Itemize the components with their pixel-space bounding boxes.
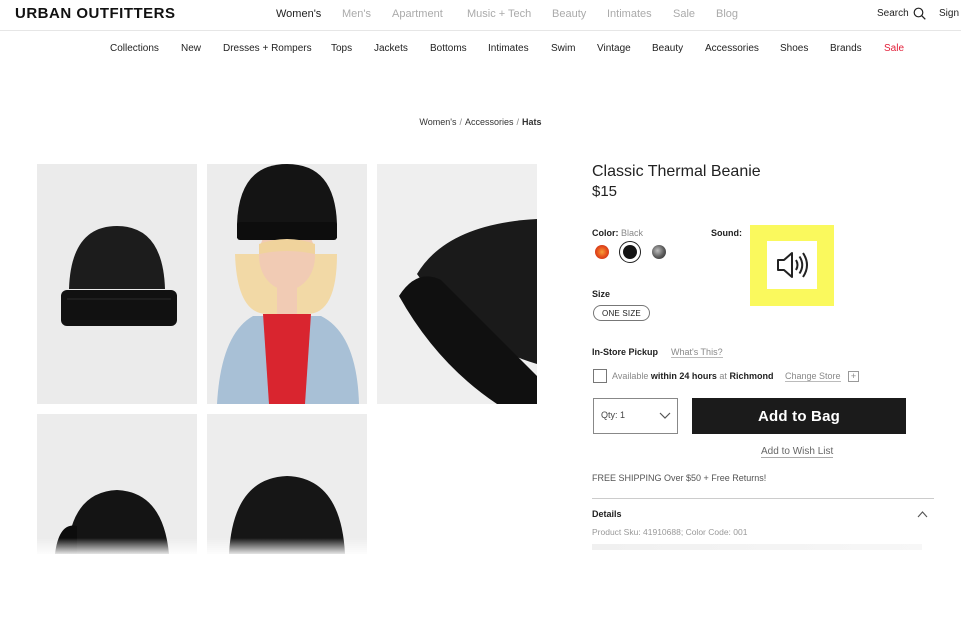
nav-womens[interactable]: Women's <box>276 8 321 20</box>
change-store-link[interactable]: Change Store <box>785 371 841 382</box>
cat-dresses-rompers[interactable]: Dresses + Rompers <box>223 43 312 54</box>
sound-button[interactable] <box>767 241 817 289</box>
cat-swim[interactable]: Swim <box>551 43 575 54</box>
shipping-message: FREE SHIPPING Over $50 + Free Returns! <box>592 473 767 483</box>
whats-this-link[interactable]: What's This? <box>671 347 723 358</box>
details-heading[interactable]: Details <box>592 509 622 519</box>
speaker-icon <box>777 252 808 278</box>
cat-tops[interactable]: Tops <box>331 43 352 54</box>
quantity-label: Qty: 1 <box>601 410 626 420</box>
availability-text: Available within 24 hours at Richmond <box>612 371 773 381</box>
beanie-top-illustration <box>55 490 169 554</box>
top-header: URBAN OUTFITTERS Women's Men's Apartment… <box>0 0 961 31</box>
cat-jackets[interactable]: Jackets <box>374 43 408 54</box>
cat-shoes[interactable]: Shoes <box>780 43 808 54</box>
search-icon <box>913 7 926 20</box>
cat-brands[interactable]: Brands <box>830 43 862 54</box>
image-fade-overlay <box>0 538 560 568</box>
cat-sale[interactable]: Sale <box>884 43 904 54</box>
nav-mens[interactable]: Men's <box>342 8 371 20</box>
swatch-heather-grey[interactable] <box>652 245 666 259</box>
nav-apartment[interactable]: Apartment <box>392 8 443 20</box>
size-label: Size <box>592 289 611 299</box>
add-to-bag-button[interactable]: Add to Bag <box>692 398 906 434</box>
nav-intimates[interactable]: Intimates <box>607 8 652 20</box>
site-logo[interactable]: URBAN OUTFITTERS <box>15 5 176 22</box>
nav-music-tech[interactable]: Music + Tech <box>467 8 531 20</box>
signin-link[interactable]: Sign <box>939 8 959 19</box>
cat-beauty[interactable]: Beauty <box>652 43 683 54</box>
nav-beauty[interactable]: Beauty <box>552 8 586 20</box>
sound-label: Sound: <box>711 228 742 238</box>
breadcrumb-current: Hats <box>522 117 542 127</box>
breadcrumb-separator: / <box>459 117 463 127</box>
nav-sale[interactable]: Sale <box>673 8 695 20</box>
product-image-front[interactable] <box>37 164 197 404</box>
search-button[interactable]: Search <box>877 7 926 20</box>
cat-vintage[interactable]: Vintage <box>597 43 631 54</box>
add-to-wishlist-link[interactable]: Add to Wish List <box>761 446 834 458</box>
product-price: $15 <box>592 183 618 200</box>
cat-collections[interactable]: Collections <box>110 43 159 54</box>
swatch-black[interactable] <box>623 245 637 259</box>
color-label: Color: <box>592 228 619 238</box>
breadcrumb-accessories[interactable]: Accessories <box>465 117 514 127</box>
faded-description-line <box>592 544 922 550</box>
cat-accessories[interactable]: Accessories <box>705 43 759 54</box>
divider <box>592 498 934 499</box>
breadcrumb: Women's / Accessories / Hats <box>0 117 961 127</box>
product-image-top[interactable] <box>37 414 197 554</box>
product-title: Classic Thermal Beanie <box>592 163 761 180</box>
size-one-size-button[interactable]: ONE SIZE <box>593 305 650 321</box>
product-image-angle[interactable] <box>377 164 537 404</box>
swatch-red-orange[interactable] <box>595 245 609 259</box>
sound-highlight-box[interactable] <box>750 225 834 306</box>
cat-new[interactable]: New <box>181 43 201 54</box>
chevron-up-icon[interactable] <box>917 510 928 518</box>
nav-blog[interactable]: Blog <box>716 8 738 20</box>
color-value: Black <box>621 228 644 238</box>
beanie-angle-illustration <box>399 219 537 404</box>
breadcrumb-separator: / <box>516 117 520 127</box>
breadcrumb-womens[interactable]: Women's <box>419 117 456 127</box>
model-illustration <box>217 164 359 404</box>
search-label: Search <box>877 8 909 19</box>
color-label-group: Color: Black <box>592 228 643 238</box>
quantity-select[interactable]: Qty: 1 <box>593 398 678 434</box>
availability-time: within 24 hours <box>650 371 717 381</box>
beanie-back-illustration <box>229 476 345 554</box>
availability-at: at <box>719 371 727 381</box>
availability-prefix: Available <box>612 371 649 381</box>
product-image-back[interactable] <box>207 414 367 554</box>
beanie-front-illustration <box>61 226 177 326</box>
cat-intimates[interactable]: Intimates <box>488 43 529 54</box>
in-store-pickup-checkbox[interactable] <box>593 369 607 383</box>
product-image-model[interactable] <box>207 164 367 404</box>
cat-bottoms[interactable]: Bottoms <box>430 43 467 54</box>
chevron-down-icon <box>659 412 671 419</box>
plus-icon[interactable]: + <box>848 371 859 382</box>
store-name: Richmond <box>729 371 774 381</box>
product-sku: Product Sku: 41910688; Color Code: 001 <box>592 527 748 537</box>
in-store-pickup-label: In-Store Pickup <box>592 347 659 357</box>
